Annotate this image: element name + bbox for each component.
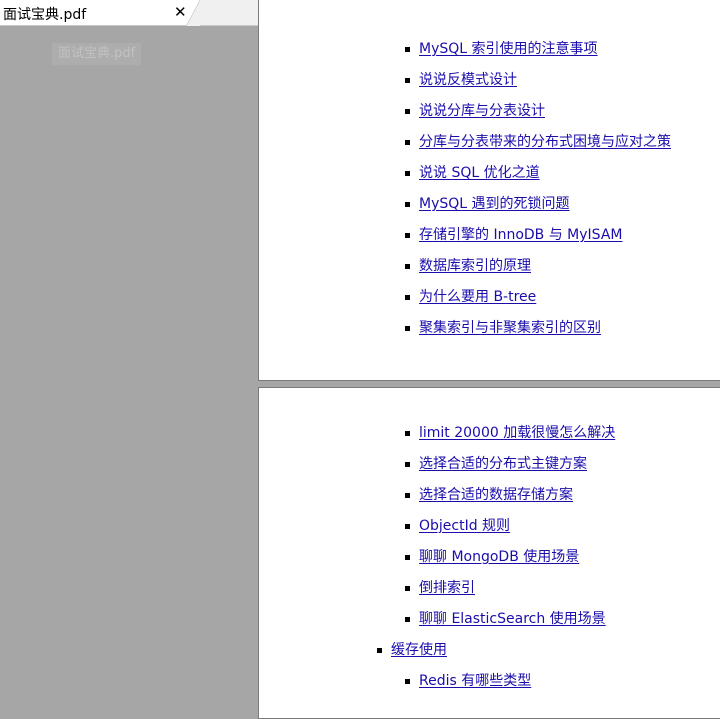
toc-item: 聚集索引与非聚集索引的区别 [259,317,720,339]
toc-link[interactable]: MySQL 索引使用的注意事项 [419,38,598,60]
pdf-page-2: limit 20000 加载很慢怎么解决 选择合适的分布式主键方案 选择合适的数据存… [258,387,720,719]
toc-item: 说说反模式设计 [259,69,720,91]
bullet-icon [405,109,410,114]
toc-item: 为什么要用 B-tree [259,286,720,308]
bullet-icon [405,524,410,529]
toc-item: 说说 SQL 优化之道 [259,162,720,184]
tab-title: 面试宝典.pdf [3,7,87,23]
toc-item: 说说分库与分表设计 [259,100,720,122]
toc-link[interactable]: 选择合适的数据存储方案 [419,484,573,506]
bullet-icon [405,617,410,622]
toc-item: 选择合适的数据存储方案 [259,484,720,506]
bullet-icon [405,47,410,52]
bullet-icon [405,78,410,83]
toc-link[interactable]: 聊聊 ElasticSearch 使用场景 [419,608,606,630]
bullet-icon [405,586,410,591]
bullet-icon [377,648,382,653]
toc-link[interactable]: limit 20000 加载很慢怎么解决 [419,422,615,444]
bullet-icon [405,326,410,331]
bullet-icon [405,493,410,498]
document-tab[interactable]: 面试宝典.pdf ✕ [0,0,187,25]
toc-link[interactable]: 选择合适的分布式主键方案 [419,453,587,475]
toc-item: 分库与分表带来的分布式困境与应对之策 [259,131,720,153]
toc-item: 选择合适的分布式主键方案 [259,453,720,475]
toc-link[interactable]: 说说反模式设计 [419,69,517,91]
toc-link[interactable]: 数据库索引的原理 [419,255,531,277]
pdf-page-1: MySQL 索引使用的注意事项 说说反模式设计说说分库与分表设计分库与分表带来的分… [258,0,720,381]
toc-link[interactable]: ObjectId 规则 [419,515,510,537]
toc-item: MySQL 遇到的死锁问题 [259,193,720,215]
toc-item: 数据库索引的原理 [259,255,720,277]
toc-link[interactable]: 聚集索引与非聚集索引的区别 [419,317,601,339]
bullet-icon [405,462,410,467]
toc-item: 存储引擎的 InnoDB 与 MyISAM [259,224,720,246]
sidebar-watermark: 面试宝典.pdf [52,43,142,65]
toc-link[interactable]: 缓存使用 [391,639,447,661]
bullet-icon [405,202,410,207]
toc-item: 聊聊 MongoDB 使用场景 [259,546,720,568]
toc-link[interactable]: 倒排索引 [419,577,475,599]
toc-link[interactable]: 说说分库与分表设计 [419,100,545,122]
toc-link[interactable]: 存储引擎的 InnoDB 与 MyISAM [419,224,622,246]
toc-item: 缓存使用 [259,639,720,661]
toc-link[interactable]: Redis 有哪些类型 [419,670,531,692]
bullet-icon [405,295,410,300]
bullet-icon [405,171,410,176]
tab-edge [186,0,200,26]
toc-item: ObjectId 规则 [259,515,720,537]
toc-item: MySQL 索引使用的注意事项 [259,38,720,60]
bullet-icon [405,555,410,560]
bullet-icon [405,264,410,269]
bullet-icon [405,431,410,436]
toc-link[interactable]: 聊聊 MongoDB 使用场景 [419,546,579,568]
close-icon[interactable]: ✕ [174,3,187,21]
bullet-icon [405,233,410,238]
toc-item: Redis 有哪些类型 [259,670,720,692]
toc-item: limit 20000 加载很慢怎么解决 [259,422,720,444]
toc-link[interactable]: MySQL 遇到的死锁问题 [419,193,570,215]
toc-link[interactable]: 说说 SQL 优化之道 [419,162,540,184]
bullet-icon [405,679,410,684]
toc-link[interactable]: 分库与分表带来的分布式困境与应对之策 [419,131,671,153]
toc-item: 倒排索引 [259,577,720,599]
bullet-icon [405,140,410,145]
toc-link[interactable]: 为什么要用 B-tree [419,286,536,308]
toc-item: 聊聊 ElasticSearch 使用场景 [259,608,720,630]
